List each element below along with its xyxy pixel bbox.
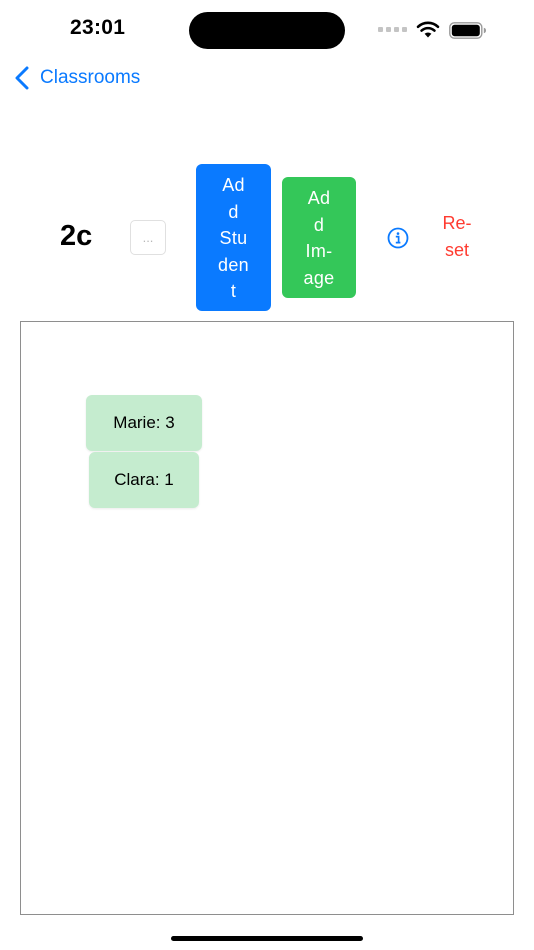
class-title: 2c [60, 220, 93, 252]
student-card-label: Marie: 3 [113, 413, 175, 432]
dynamic-island [189, 12, 345, 49]
add-image-label-line: age [303, 267, 335, 288]
add-student-label-line: den [218, 254, 249, 275]
reset-label-line: Re- [442, 213, 472, 233]
student-card-label: Clara: 1 [114, 470, 174, 489]
status-time: 23:01 [70, 16, 126, 39]
more-button[interactable]: ... [130, 220, 166, 255]
add-student-label-line: t [230, 281, 237, 301]
seating-canvas[interactable]: Marie: 3 Clara: 1 [20, 321, 514, 915]
add-student-label-line: d [228, 201, 239, 222]
reset-button[interactable]: Re- set [436, 210, 478, 264]
reset-label-line: set [444, 240, 469, 260]
battery-icon [449, 22, 486, 39]
add-student-label-line: Stu [219, 228, 248, 248]
home-indicator[interactable] [171, 936, 363, 941]
back-button-label: Classrooms [40, 67, 141, 88]
wifi-icon [416, 21, 440, 38]
chevron-left-icon [15, 66, 29, 90]
student-card[interactable]: Marie: 3 [86, 395, 202, 451]
info-circle-icon[interactable] [387, 227, 409, 249]
add-image-label-line: Im- [305, 241, 333, 261]
classroom-screen: 23:01 Classrooms 2c ... Ad d Stu den t A… [0, 0, 534, 950]
student-card[interactable]: Clara: 1 [89, 452, 199, 508]
back-button[interactable]: Classrooms [14, 64, 140, 92]
add-image-button[interactable]: Ad d Im- age [282, 177, 356, 298]
add-student-label-line: Ad [222, 175, 245, 195]
add-image-label-line: d [313, 214, 325, 235]
signal-icon [378, 27, 408, 33]
add-image-label-line: Ad [307, 188, 331, 208]
add-student-button[interactable]: Ad d Stu den t [196, 164, 271, 311]
